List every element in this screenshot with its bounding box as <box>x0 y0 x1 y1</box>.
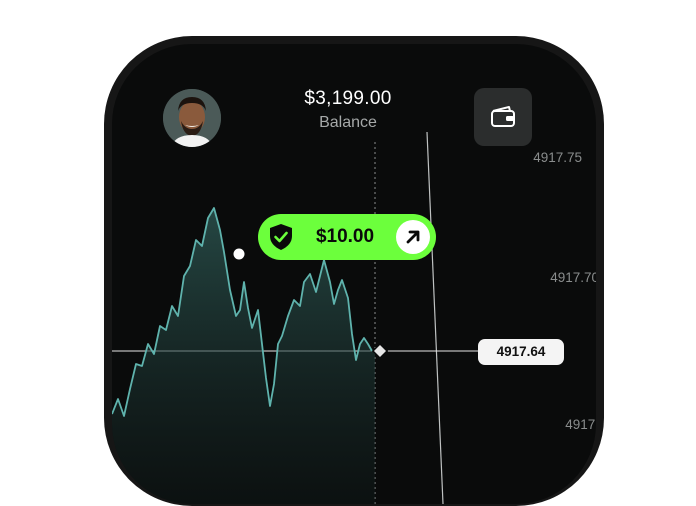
user-avatar-icon <box>163 89 221 147</box>
price-tick: 4917.70 <box>550 270 596 285</box>
wallet-button[interactable] <box>474 88 532 146</box>
price-tick: 4917.75 <box>533 150 582 165</box>
entry-point-marker <box>233 248 245 260</box>
wallet-icon <box>491 106 515 127</box>
trade-amount: $10.00 <box>315 226 375 247</box>
shield-check-icon <box>270 224 292 250</box>
price-tick: 4917.60 <box>565 417 596 432</box>
current-price-tag: 4917.64 <box>478 339 564 365</box>
expiry-line <box>426 131 444 504</box>
balance-label: Balance <box>319 114 377 131</box>
trade-amount-button[interactable]: $10.00 <box>258 214 436 260</box>
arrow-button[interactable] <box>396 220 430 254</box>
phone-screen: $3,199.00 Balance 4917.75 4917.70 4917.6… <box>112 44 596 504</box>
balance-amount: $3,199.00 <box>304 88 392 109</box>
avatar[interactable] <box>163 89 221 147</box>
current-point-marker <box>371 342 389 360</box>
arrow-up-right-icon <box>406 230 420 244</box>
